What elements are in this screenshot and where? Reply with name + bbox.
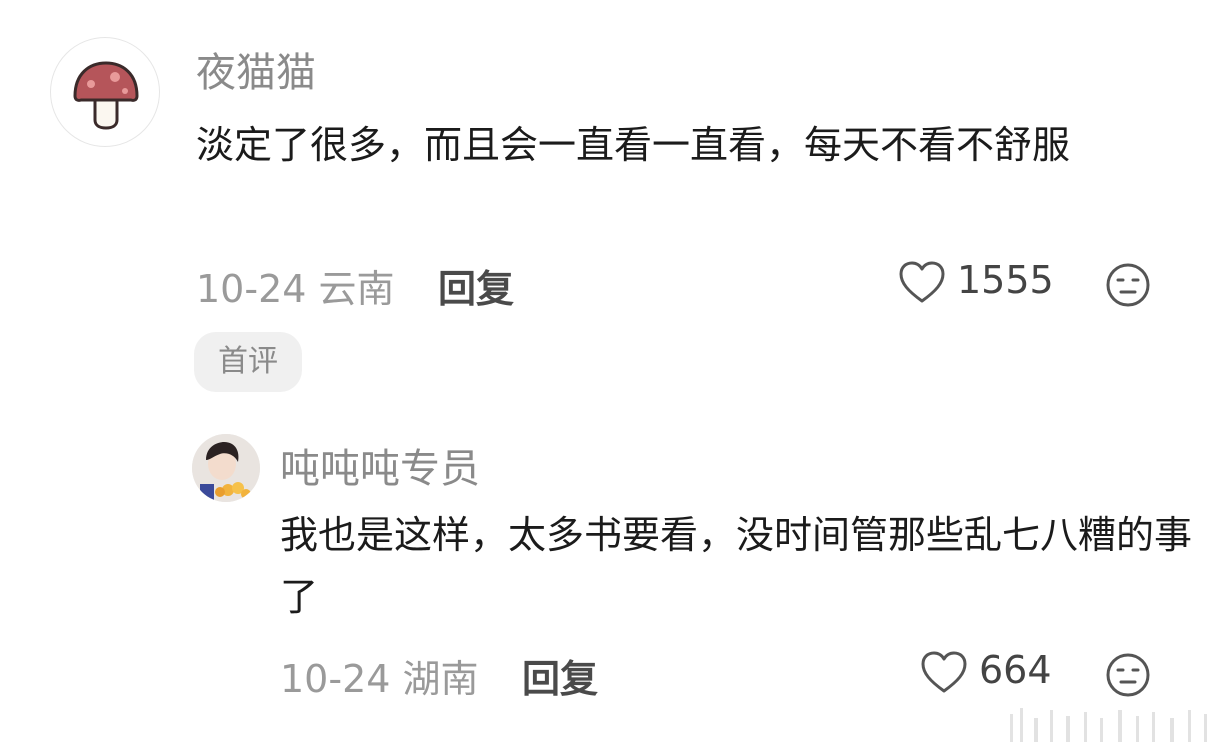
reply-button[interactable]: 回复 bbox=[522, 648, 598, 703]
photo-avatar-icon bbox=[192, 434, 260, 502]
heart-outline-icon[interactable] bbox=[920, 650, 968, 698]
mushroom-icon bbox=[73, 61, 139, 130]
heart-outline-icon[interactable] bbox=[898, 260, 946, 308]
like-count: 1555 bbox=[957, 258, 1054, 302]
avatar[interactable] bbox=[50, 37, 160, 147]
comment-text: 我也是这样，太多书要看，没时间管那些乱七八糟的事了 bbox=[280, 513, 1193, 619]
username[interactable]: 吨吨吨专员 bbox=[280, 436, 480, 494]
watermark bbox=[1010, 708, 1207, 742]
first-comment-badge: 首评 bbox=[194, 332, 302, 392]
like-count: 664 bbox=[979, 648, 1052, 692]
neutral-face-icon[interactable] bbox=[1105, 652, 1151, 702]
avatar[interactable] bbox=[192, 434, 260, 502]
comment-text: 淡定了很多，而且会一直看一直看，每天不看不舒服 bbox=[196, 123, 1071, 167]
comment-date-location: 10-24 云南 bbox=[196, 267, 395, 311]
username[interactable]: 夜猫猫 bbox=[196, 40, 316, 98]
reply-button[interactable]: 回复 bbox=[438, 258, 514, 313]
comment-date-location: 10-24 湖南 bbox=[280, 657, 479, 701]
neutral-face-icon[interactable] bbox=[1105, 262, 1151, 312]
